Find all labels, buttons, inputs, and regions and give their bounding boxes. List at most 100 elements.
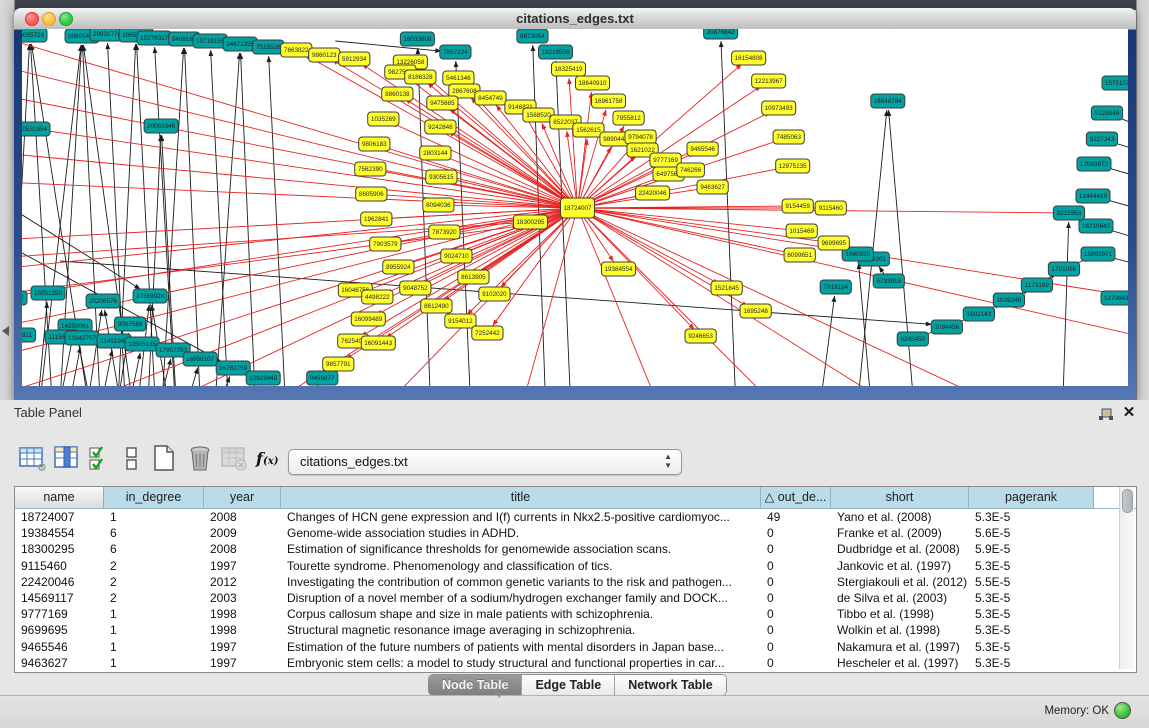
graph-svg[interactable]: 1405572420691406299317781065326715276027… [22,29,1128,386]
delete-column-icon[interactable] [186,444,214,472]
table-cell[interactable]: 5.3E-5 [969,509,1094,525]
table-cell[interactable]: 5.3E-5 [969,655,1094,671]
table-cell[interactable]: 5.3E-5 [969,639,1094,655]
table-cell[interactable]: 1998 [204,606,281,622]
create-column-icon[interactable] [150,444,178,472]
table-cell[interactable]: Changes of HCN gene expression and I(f) … [281,509,761,525]
table-cell[interactable]: 18300295 [15,541,104,557]
column-header-short[interactable]: short [831,487,969,508]
table-cell[interactable]: Estimation of significance thresholds fo… [281,541,761,557]
table-cell[interactable]: 1998 [204,622,281,638]
table-row[interactable]: 1872400712008Changes of HCN gene express… [15,509,1136,525]
table-cell[interactable]: Jankovic et al. (1997) [831,558,969,574]
table-cell[interactable]: 5.3E-5 [969,558,1094,574]
table-cell[interactable]: 2012 [204,574,281,590]
select-all-columns-icon[interactable] [86,444,114,472]
table-row[interactable]: 977716911998Corpus callosum shape and si… [15,606,1136,622]
table-cell[interactable]: Nakamura et al. (1997) [831,639,969,655]
table-cell[interactable]: Disruption of a novel member of a sodium… [281,590,761,606]
table-cell[interactable]: Hescheler et al. (1997) [831,655,969,671]
table-cell[interactable]: Tourette syndrome. Phenomenology and cla… [281,558,761,574]
function-builder-icon[interactable]: f (x) [254,444,282,472]
tab-node-table[interactable]: Node Table [429,675,522,695]
table-cell[interactable]: Tibbo et al. (1998) [831,606,969,622]
table-cell[interactable]: 2 [104,590,204,606]
table-cell[interactable]: Franke et al. (2009) [831,525,969,541]
table-cell[interactable]: Investigating the contribution of common… [281,574,761,590]
table-cell[interactable]: 9463627 [15,655,104,671]
table-cell[interactable]: 18724007 [15,509,104,525]
table-cell[interactable]: 2003 [204,590,281,606]
table-mode-icon[interactable]: ⚙ [18,444,46,472]
table-cell[interactable]: Yano et al. (2008) [831,509,969,525]
table-cell[interactable]: 9699695 [15,622,104,638]
table-cell[interactable]: 9777169 [15,606,104,622]
column-header-year[interactable]: year [204,487,281,508]
table-cell[interactable]: Corpus callosum shape and size in male p… [281,606,761,622]
table-cell[interactable]: 0 [761,655,831,671]
table-row[interactable]: 1456911722003Disruption of a novel membe… [15,590,1136,606]
table-cell[interactable]: 5.6E-5 [969,525,1094,541]
network-canvas[interactable]: 1405572420691406299317781065326715276027… [22,29,1128,386]
table-cell[interactable]: 0 [761,622,831,638]
table-row[interactable]: 1938455462009Genome-wide association stu… [15,525,1136,541]
unselect-columns-icon[interactable] [118,444,146,472]
table-row[interactable]: 1830029562008Estimation of significance … [15,541,1136,557]
table-cell[interactable]: Dudbridge et al. (2008) [831,541,969,557]
show-column-icon[interactable] [53,444,81,472]
table-cell[interactable]: 9465546 [15,639,104,655]
table-cell[interactable]: 1 [104,622,204,638]
table-cell[interactable]: 1997 [204,558,281,574]
table-cell[interactable]: 5.5E-5 [969,574,1094,590]
table-cell[interactable]: 5.3E-5 [969,622,1094,638]
table-scrollbar[interactable] [1119,487,1134,669]
collapse-west-panel-icon[interactable] [2,326,9,336]
table-scrollbar-thumb[interactable] [1122,489,1133,513]
float-panel-icon[interactable] [1098,408,1114,422]
table-cell[interactable]: 2009 [204,525,281,541]
delete-table-icon[interactable] [220,444,248,472]
table-cell[interactable]: 5.3E-5 [969,590,1094,606]
column-header-in_degree[interactable]: in_degree [104,487,204,508]
table-cell[interactable]: 0 [761,639,831,655]
table-cell[interactable]: 0 [761,541,831,557]
table-row[interactable]: 911546021997Tourette syndrome. Phenomeno… [15,558,1136,574]
column-header-out_de[interactable]: △ out_de... [761,487,831,508]
table-cell[interactable]: 1997 [204,655,281,671]
table-row[interactable]: 946362711997Embryonic stem cells: a mode… [15,655,1136,671]
table-cell[interactable]: 6 [104,525,204,541]
table-row[interactable]: 946554611997Estimation of the future num… [15,639,1136,655]
table-row[interactable]: 2242004622012Investigating the contribut… [15,574,1136,590]
column-header-title[interactable]: title [281,487,761,508]
table-cell[interactable]: 49 [761,509,831,525]
column-header-pagerank[interactable]: pagerank [969,487,1094,508]
table-cell[interactable]: 2008 [204,509,281,525]
table-cell[interactable]: de Silva et al. (2003) [831,590,969,606]
table-cell[interactable]: 14569117 [15,590,104,606]
tab-edge-table[interactable]: Edge Table [522,675,615,695]
table-cell[interactable]: Genome-wide association studies in ADHD. [281,525,761,541]
tab-network-table[interactable]: Network Table [615,675,726,695]
close-panel-icon[interactable]: ✕ [1121,405,1137,421]
table-cell[interactable]: 2 [104,574,204,590]
table-cell[interactable]: 0 [761,574,831,590]
table-cell[interactable]: Wolkin et al. (1998) [831,622,969,638]
table-cell[interactable]: 1997 [204,639,281,655]
table-cell[interactable]: 19384554 [15,525,104,541]
table-cell[interactable]: 1 [104,509,204,525]
table-cell[interactable]: Structural magnetic resonance image aver… [281,622,761,638]
table-cell[interactable]: 0 [761,525,831,541]
table-cell[interactable]: 22420046 [15,574,104,590]
table-cell[interactable]: 5.9E-5 [969,541,1094,557]
splitter-grip-icon[interactable]: ◥ [494,690,500,699]
table-cell[interactable]: 6 [104,541,204,557]
table-cell[interactable]: Embryonic stem cells: a model to study s… [281,655,761,671]
table-cell[interactable]: 0 [761,558,831,574]
table-cell[interactable]: Stergiakouli et al. (2012) [831,574,969,590]
table-cell[interactable]: 9115460 [15,558,104,574]
memory-status-indicator[interactable] [1114,702,1131,719]
table-cell[interactable]: 1 [104,655,204,671]
table-cell[interactable]: 0 [761,606,831,622]
table-cell[interactable]: 5.3E-5 [969,606,1094,622]
column-header-name[interactable]: name [15,487,104,508]
